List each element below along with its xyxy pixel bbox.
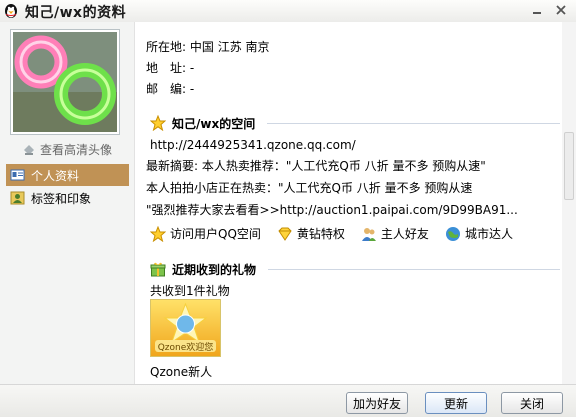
qzone-links: 访问用户QQ空间 黄钻特权 主人好友 城市达人 — [150, 225, 513, 242]
sidebar-item-tags[interactable]: 标签和印象 — [6, 187, 129, 209]
friends-icon — [361, 227, 376, 241]
user-tags-icon — [10, 191, 25, 205]
location-value: 中国 江苏 南京 — [189, 40, 270, 54]
location-row: 所在地: 中国 江苏 南京 — [146, 38, 270, 55]
postcode-label: 邮 编: — [146, 82, 187, 96]
bottom-bar: 加为好友 更新 关闭 — [0, 384, 576, 417]
visit-qzone-label: 访问用户QQ空间 — [170, 227, 261, 241]
yellow-diamond-label: 黄钻特权 — [296, 227, 345, 241]
profile-card-icon — [10, 169, 25, 181]
view-hd-avatar-label: 查看高清头像 — [40, 143, 113, 157]
qzone-summary: 最新摘要: 本人热卖推荐："人工代充Q币 八折 量不多 预购从速" — [146, 159, 486, 173]
profile-content: 所在地: 中国 江苏 南京 地 址: - 邮 编: - 知己/wx的空间 htt… — [135, 22, 576, 384]
address-value: - — [189, 61, 195, 75]
window-title: 知己/wx的资料 — [25, 5, 127, 21]
sidebar-item-profile[interactable]: 个人资料 — [6, 164, 129, 186]
add-friend-button[interactable]: 加为好友 — [346, 392, 408, 414]
view-icon — [24, 144, 34, 155]
host-friends-label: 主人好友 — [380, 227, 429, 241]
address-label: 地 址: — [146, 61, 187, 75]
avatar-image — [13, 32, 117, 132]
sidebar-item-label: 个人资料 — [31, 168, 80, 183]
star-icon — [150, 115, 166, 131]
address-row: 地 址: - — [146, 59, 194, 76]
star-icon — [150, 225, 166, 242]
gift-icon — [150, 262, 166, 277]
scroll-thumb[interactable] — [564, 132, 574, 200]
left-panel: 查看高清头像 个人资料 标签和印象 — [0, 22, 135, 384]
section-divider — [267, 122, 560, 124]
gifts-section-header: 近期收到的礼物 — [150, 260, 560, 278]
postcode-row: 邮 编: - — [146, 80, 194, 97]
section-divider — [268, 268, 560, 270]
host-friends-link[interactable]: 主人好友 — [361, 225, 429, 242]
gifts-title: 近期收到的礼物 — [172, 262, 257, 277]
gift-name: Qzone新人 — [150, 365, 213, 379]
update-button[interactable]: 更新 — [425, 392, 487, 414]
qzone-section-header: 知己/wx的空间 — [150, 114, 560, 132]
minimize-icon — [533, 12, 541, 14]
gift-badge: Qzone欢迎您 — [157, 343, 214, 353]
close-button[interactable]: 关闭 — [501, 392, 563, 414]
minimize-button[interactable] — [526, 0, 548, 20]
close-icon — [556, 5, 566, 15]
avatar[interactable] — [13, 32, 117, 132]
gift-thumbnail[interactable]: Qzone欢迎您 — [150, 299, 221, 357]
qzone-title: 知己/wx的空间 — [172, 116, 256, 131]
view-hd-avatar-link[interactable]: 查看高清头像 — [22, 141, 112, 158]
sidebar-item-label: 标签和印象 — [31, 191, 92, 206]
city-expert-link[interactable]: 城市达人 — [445, 225, 513, 242]
auction-line[interactable]: "强烈推荐大家去看看>>http://auction1.paipai.com/9… — [146, 201, 518, 218]
qq-penguin-icon — [5, 4, 17, 18]
paipai-line: 本人拍拍小店正在热卖："人工代充Q币 八折 量不多 预购从速 — [146, 181, 473, 195]
yellow-diamond-icon — [278, 227, 292, 241]
content-scrollbar[interactable] — [562, 22, 576, 384]
city-expert-label: 城市达人 — [464, 227, 513, 241]
postcode-value: - — [189, 82, 195, 96]
location-label: 所在地: — [146, 40, 187, 54]
yellow-diamond-link[interactable]: 黄钻特权 — [277, 225, 345, 242]
title-bar: 知己/wx的资料 — [0, 0, 576, 22]
qzone-url[interactable]: http://2444925341.qzone.qq.com/ — [150, 138, 356, 152]
gift-count: 共收到1件礼物 — [150, 284, 230, 298]
avatar-frame — [10, 29, 120, 135]
close-window-button[interactable] — [550, 0, 572, 20]
visit-qzone-link[interactable]: 访问用户QQ空间 — [150, 225, 261, 242]
globe-icon — [445, 226, 460, 241]
